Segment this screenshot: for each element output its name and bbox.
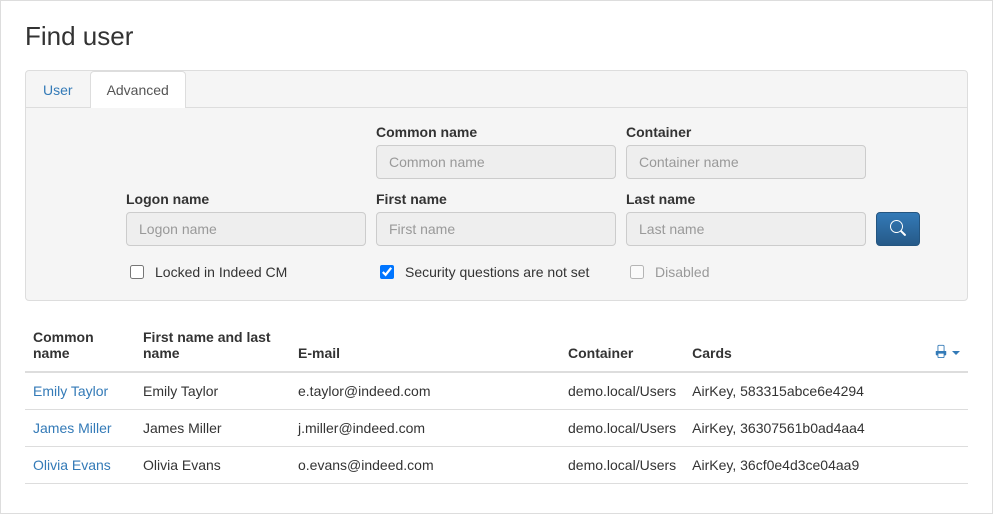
table-row: Olivia Evans Olivia Evans o.evans@indeed… — [25, 447, 968, 484]
tab-advanced[interactable]: Advanced — [90, 71, 186, 108]
col-common-name[interactable]: Common name — [25, 321, 135, 372]
checkbox-locked[interactable]: Locked in Indeed CM — [126, 262, 366, 282]
label-last-name: Last name — [626, 191, 866, 207]
user-link[interactable]: James Miller — [33, 420, 112, 436]
group-search-btn: . — [876, 191, 936, 246]
checkbox-locked-input[interactable] — [130, 265, 144, 279]
cell-full-name: James Miller — [135, 410, 290, 447]
cell-cards: AirKey, 583315abce6e4294 — [684, 372, 968, 410]
checkbox-locked-label: Locked in Indeed CM — [155, 264, 287, 280]
label-container: Container — [626, 124, 866, 140]
cell-full-name: Olivia Evans — [135, 447, 290, 484]
search-icon — [890, 220, 906, 239]
input-last-name[interactable] — [626, 212, 866, 246]
label-first-name: First name — [376, 191, 616, 207]
group-container: Container — [626, 124, 866, 179]
search-box: User Advanced Common name Container — [25, 70, 968, 301]
col-cards[interactable]: Cards — [684, 321, 926, 372]
table-row: James Miller James Miller j.miller@indee… — [25, 410, 968, 447]
results-table: Common name First name and last name E-m… — [25, 321, 968, 484]
checkbox-secq-label: Security questions are not set — [405, 264, 589, 280]
col-email[interactable]: E-mail — [290, 321, 560, 372]
checkbox-disabled-input[interactable] — [630, 265, 644, 279]
label-logon-name: Logon name — [126, 191, 366, 207]
cell-email: j.miller@indeed.com — [290, 410, 560, 447]
label-common-name: Common name — [376, 124, 616, 140]
search-form: Common name Container Logon name First n… — [26, 108, 967, 282]
cell-container: demo.local/Users — [560, 447, 684, 484]
group-common-name: Common name — [376, 124, 616, 179]
print-icon — [934, 344, 948, 361]
chevron-down-icon — [952, 351, 960, 355]
table-row: Emily Taylor Emily Taylor e.taylor@indee… — [25, 372, 968, 410]
find-user-panel: Find user User Advanced Common name Cont… — [0, 0, 993, 514]
checkbox-disabled-label: Disabled — [655, 264, 709, 280]
col-full-name[interactable]: First name and last name — [135, 321, 290, 372]
user-link[interactable]: Emily Taylor — [33, 383, 108, 399]
checkbox-row: Locked in Indeed CM Security questions a… — [126, 258, 943, 282]
input-container[interactable] — [626, 145, 866, 179]
group-first-name: First name — [376, 191, 616, 246]
group-last-name: Last name — [626, 191, 866, 246]
checkbox-secq-input[interactable] — [380, 265, 394, 279]
checkbox-disabled[interactable]: Disabled — [626, 262, 866, 282]
cell-container: demo.local/Users — [560, 372, 684, 410]
results-area: Common name First name and last name E-m… — [25, 321, 968, 484]
group-logon-name: Logon name — [126, 191, 366, 246]
form-row-1: Common name Container — [126, 124, 943, 179]
tab-user[interactable]: User — [26, 71, 90, 108]
form-row-2: Logon name First name Last name . — [126, 191, 943, 246]
cell-container: demo.local/Users — [560, 410, 684, 447]
search-button[interactable] — [876, 212, 920, 246]
input-first-name[interactable] — [376, 212, 616, 246]
cell-full-name: Emily Taylor — [135, 372, 290, 410]
user-link[interactable]: Olivia Evans — [33, 457, 111, 473]
cell-email: o.evans@indeed.com — [290, 447, 560, 484]
page-title: Find user — [25, 21, 968, 52]
input-common-name[interactable] — [376, 145, 616, 179]
cell-cards: AirKey, 36cf0e4d3ce04aa9 — [684, 447, 968, 484]
col-actions — [926, 321, 968, 372]
input-logon-name[interactable] — [126, 212, 366, 246]
tabs: User Advanced — [26, 71, 967, 108]
cell-email: e.taylor@indeed.com — [290, 372, 560, 410]
print-dropdown[interactable] — [934, 344, 960, 361]
cell-cards: AirKey, 36307561b0ad4aa4 — [684, 410, 968, 447]
col-container[interactable]: Container — [560, 321, 684, 372]
checkbox-secq[interactable]: Security questions are not set — [376, 262, 616, 282]
